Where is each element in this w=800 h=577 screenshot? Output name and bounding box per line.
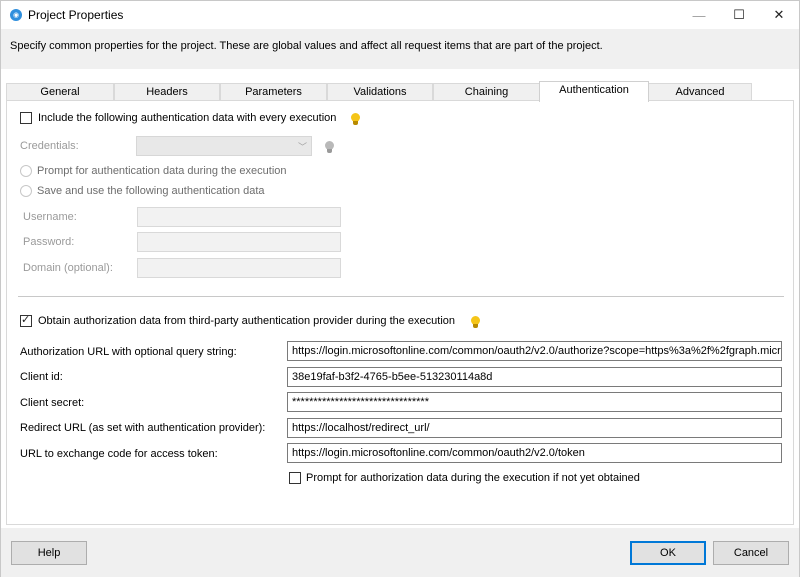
tab-validations[interactable]: Validations: [327, 83, 433, 101]
domain-label: Domain (optional):: [23, 262, 113, 274]
cancel-button[interactable]: Cancel: [713, 541, 789, 565]
prompt-if-missing-label: Prompt for authorization data during the…: [306, 472, 640, 484]
credentials-hint-bulb-icon: [325, 141, 334, 154]
credentials-label: Credentials:: [20, 140, 79, 152]
save-auth-radio[interactable]: [20, 185, 32, 197]
include-auth-label: Include the following authentication dat…: [38, 112, 337, 124]
username-field[interactable]: [137, 207, 341, 227]
auth-url-input[interactable]: https://login.microsoftonline.com/common…: [287, 341, 782, 361]
oauth-hint-bulb-icon[interactable]: [471, 316, 480, 329]
description-text: Specify common properties for the projec…: [10, 40, 603, 52]
window-title: Project Properties: [28, 8, 124, 22]
close-button[interactable]: ✕: [759, 1, 799, 29]
obtain-oauth-label: Obtain authorization data from third-par…: [38, 315, 456, 327]
client-secret-input[interactable]: ********************************: [287, 392, 782, 412]
token-url-input[interactable]: https://login.microsoftonline.com/common…: [287, 443, 782, 463]
token-url-label: URL to exchange code for access token:: [20, 448, 218, 460]
client-id-input[interactable]: 38e19faf-b3f2-4765-b5ee-513230114a8d: [287, 367, 782, 387]
maximize-button[interactable]: ☐: [719, 1, 759, 29]
tab-chaining[interactable]: Chaining: [433, 83, 540, 101]
ok-button[interactable]: OK: [630, 541, 706, 565]
tab-headers[interactable]: Headers: [114, 83, 220, 101]
chevron-down-icon: ﹀: [297, 142, 307, 152]
redirect-url-input[interactable]: https://localhost/redirect_url/: [287, 418, 782, 438]
section-divider: [18, 296, 784, 297]
dialog-footer: Help OK Cancel: [1, 528, 799, 577]
tab-advanced[interactable]: Advanced: [648, 83, 752, 101]
auth-url-label: Authorization URL with optional query st…: [20, 346, 237, 358]
username-label: Username:: [23, 211, 77, 223]
tab-authentication[interactable]: Authentication: [539, 81, 649, 102]
save-auth-label: Save and use the following authenticatio…: [37, 185, 265, 197]
prompt-auth-label: Prompt for authentication data during th…: [37, 165, 287, 177]
include-auth-checkbox[interactable]: [20, 112, 32, 124]
domain-field[interactable]: [137, 258, 341, 278]
prompt-if-missing-checkbox[interactable]: [289, 472, 301, 484]
obtain-oauth-checkbox[interactable]: [20, 313, 32, 327]
minimize-button[interactable]: —: [679, 1, 719, 29]
credentials-dropdown[interactable]: ﹀: [136, 136, 312, 156]
password-field[interactable]: [137, 232, 341, 252]
client-secret-label: Client secret:: [20, 397, 85, 409]
tab-parameters[interactable]: Parameters: [220, 83, 327, 101]
project-properties-dialog: ◉ Project Properties — ☐ ✕ Specify commo…: [0, 0, 800, 577]
client-id-label: Client id:: [20, 371, 63, 383]
password-label: Password:: [23, 236, 75, 248]
app-icon: ◉: [10, 9, 22, 21]
title-bar: ◉ Project Properties — ☐ ✕: [1, 1, 799, 29]
tab-general[interactable]: General: [6, 83, 114, 101]
redirect-url-label: Redirect URL (as set with authentication…: [20, 422, 266, 434]
description-band: Specify common properties for the projec…: [1, 29, 799, 69]
hint-bulb-icon[interactable]: [351, 113, 360, 126]
help-button[interactable]: Help: [11, 541, 87, 565]
prompt-auth-radio[interactable]: [20, 165, 32, 177]
